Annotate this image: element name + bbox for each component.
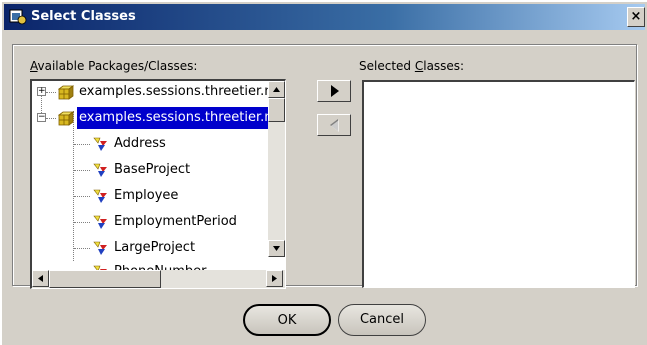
tree-vertical-scrollbar[interactable] (268, 81, 285, 257)
tree-node-label: EmploymentPeriod (114, 214, 237, 229)
selected-classes-list[interactable] (362, 80, 635, 288)
select-classes-dialog: Select Classes × Available Packages/Clas… (2, 2, 647, 345)
available-label: Available Packages/Classes: (30, 58, 197, 74)
scroll-up-button[interactable] (268, 81, 285, 98)
tree-node-label: Address (114, 136, 166, 151)
cancel-button[interactable]: Cancel (338, 304, 426, 336)
available-label-text: vailable Packages/Classes: (37, 59, 198, 73)
tree-connector (74, 248, 90, 249)
class-icon (93, 189, 107, 203)
window-title: Select Classes (31, 9, 136, 24)
tree-node-label: Employee (114, 188, 179, 203)
tree-node-label: BaseProject (114, 162, 191, 177)
arrow-right-icon (331, 85, 339, 97)
scroll-left-button[interactable] (32, 270, 49, 287)
class-icon (93, 137, 107, 151)
selected-label: Selected Classes: (359, 58, 464, 74)
selected-label-prefix: Selected (359, 59, 415, 73)
close-icon: × (630, 9, 642, 24)
remove-class-button[interactable] (317, 114, 351, 136)
package-icon (58, 111, 74, 126)
scroll-thumb[interactable] (268, 98, 285, 122)
arrow-right-icon (272, 275, 277, 282)
add-class-button[interactable] (317, 80, 351, 102)
class-icon (93, 241, 107, 255)
available-label-hotkey: A (30, 59, 38, 73)
scroll-down-button[interactable] (268, 240, 285, 257)
tree-connector (74, 144, 90, 145)
close-button[interactable]: × (627, 7, 645, 27)
scroll-right-button[interactable] (266, 270, 283, 287)
arrow-left-icon (38, 275, 43, 282)
tree-connector (74, 222, 90, 223)
selected-label-hotkey: C (414, 59, 424, 73)
tree-connector (73, 111, 74, 261)
app-icon (9, 9, 27, 25)
collapse-icon[interactable]: − (37, 113, 46, 122)
tree-node-label: LargeProject (114, 240, 196, 255)
selected-label-text: lasses: (423, 59, 465, 73)
scroll-thumb[interactable] (49, 270, 161, 288)
package-icon (58, 85, 74, 100)
arrow-left-icon (330, 119, 339, 132)
class-icon (93, 163, 107, 177)
tree-connector (46, 92, 56, 93)
class-icon (93, 215, 107, 229)
tree-horizontal-scrollbar[interactable] (32, 270, 285, 288)
tree-connector (46, 118, 56, 119)
tree-connector (74, 196, 90, 197)
expand-icon[interactable]: + (37, 87, 46, 96)
tree-connector (74, 170, 90, 171)
arrow-down-icon (273, 246, 280, 251)
title-bar[interactable]: Select Classes × (4, 4, 645, 30)
ok-button[interactable]: OK (243, 304, 331, 336)
tree-node-label: examples.sessions.threetier.model (77, 107, 285, 129)
arrow-up-icon (273, 87, 280, 92)
tree-connector (41, 95, 42, 113)
available-tree[interactable]: + examples.sessions.threetier.model − ex… (30, 79, 286, 289)
tree-node-label: examples.sessions.threetier.model (79, 84, 286, 99)
